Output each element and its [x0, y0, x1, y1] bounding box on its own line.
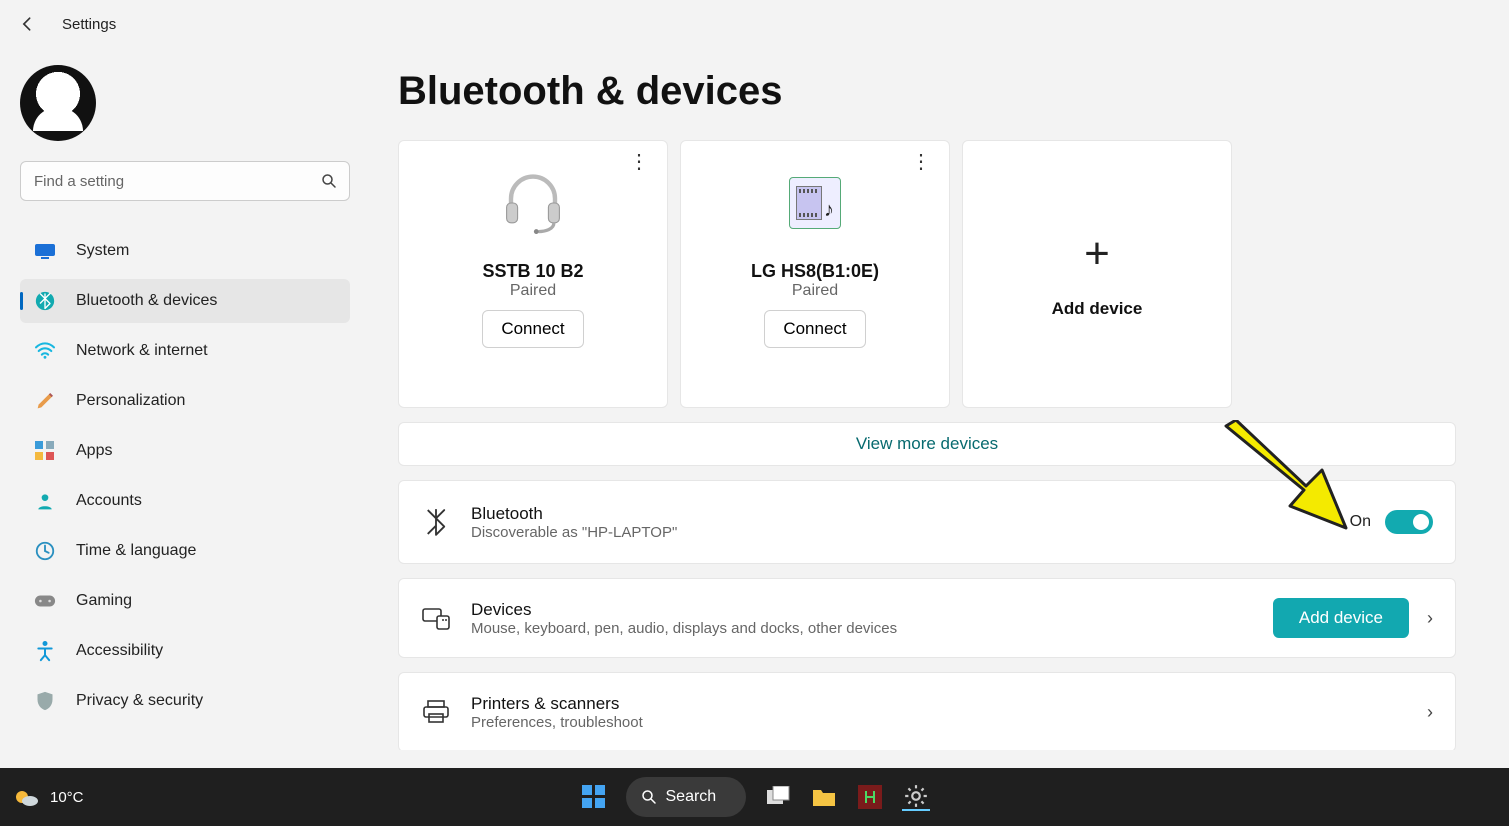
search-icon [640, 788, 658, 806]
row-title: Printers & scanners [471, 694, 1427, 714]
taskbar-center: Search [580, 777, 930, 817]
app-icon[interactable] [856, 783, 884, 811]
devices-icon [421, 603, 451, 633]
sidebar-item-apps[interactable]: Apps [20, 429, 350, 473]
connect-button[interactable]: Connect [482, 310, 583, 348]
sidebar-item-network[interactable]: Network & internet [20, 329, 350, 373]
main-content: Bluetooth & devices ⋮ SSTB 10 B2 Paired … [398, 55, 1479, 750]
media-device-icon: ♪ [789, 157, 841, 249]
sidebar-item-system[interactable]: System [20, 229, 350, 273]
page-title: Bluetooth & devices [398, 69, 1479, 114]
back-arrow-icon[interactable] [18, 14, 38, 34]
sidebar-item-label: Personalization [76, 392, 185, 410]
device-name: SSTB 10 B2 [482, 261, 583, 282]
person-icon [34, 490, 56, 512]
sidebar: System Bluetooth & devices Network & int… [0, 55, 370, 729]
sidebar-item-personalization[interactable]: Personalization [20, 379, 350, 423]
headset-icon [500, 157, 566, 249]
shield-icon [34, 690, 56, 712]
sidebar-item-label: Accessibility [76, 642, 163, 660]
taskbar-weather[interactable]: 10°C [12, 783, 84, 811]
taskbar: 10°C Search [0, 768, 1509, 826]
sidebar-item-accounts[interactable]: Accounts [20, 479, 350, 523]
taskbar-search-label: Search [666, 788, 717, 806]
bluetooth-toggle-row: Bluetooth Discoverable as "HP-LAPTOP" On [398, 480, 1456, 564]
bluetooth-toggle[interactable] [1385, 510, 1433, 534]
sidebar-item-label: Privacy & security [76, 692, 203, 710]
header-bar: Settings [0, 0, 1509, 48]
sidebar-item-gaming[interactable]: Gaming [20, 579, 350, 623]
bluetooth-icon [421, 507, 451, 537]
globe-clock-icon [34, 540, 56, 562]
printers-settings-row[interactable]: Printers & scanners Preferences, trouble… [398, 672, 1456, 750]
search-icon [320, 172, 338, 190]
avatar[interactable] [20, 65, 96, 141]
card-menu-icon[interactable]: ⋮ [911, 157, 931, 167]
sidebar-item-label: Bluetooth & devices [76, 292, 217, 310]
view-more-devices-link[interactable]: View more devices [398, 422, 1456, 466]
card-menu-icon[interactable]: ⋮ [629, 157, 649, 167]
device-card: ⋮ ♪ LG HS8(B1:0E) Paired Connect [680, 140, 950, 408]
connect-button[interactable]: Connect [764, 310, 865, 348]
device-status: Paired [510, 282, 556, 300]
chevron-right-icon: › [1427, 608, 1433, 629]
device-name: LG HS8(B1:0E) [751, 261, 879, 282]
paintbrush-icon [34, 390, 56, 412]
wifi-icon [34, 340, 56, 362]
sidebar-item-time-language[interactable]: Time & language [20, 529, 350, 573]
start-button[interactable] [580, 783, 608, 811]
nav-list: System Bluetooth & devices Network & int… [20, 229, 350, 723]
gamepad-icon [34, 590, 56, 612]
row-subtitle: Mouse, keyboard, pen, audio, displays an… [471, 620, 1273, 637]
add-device-button[interactable]: Add device [1273, 598, 1409, 638]
weather-icon [12, 783, 40, 811]
printer-icon [421, 697, 451, 727]
file-explorer-icon[interactable] [810, 783, 838, 811]
device-card: ⋮ SSTB 10 B2 Paired Connect [398, 140, 668, 408]
taskbar-search[interactable]: Search [626, 777, 746, 817]
monitor-icon [34, 240, 56, 262]
apps-grid-icon [34, 440, 56, 462]
devices-settings-row[interactable]: Devices Mouse, keyboard, pen, audio, dis… [398, 578, 1456, 658]
row-title: Bluetooth [471, 504, 1350, 524]
row-subtitle: Discoverable as "HP-LAPTOP" [471, 524, 1350, 541]
sidebar-item-label: Apps [76, 442, 112, 460]
plus-icon: + [1084, 229, 1110, 279]
sidebar-item-label: Time & language [76, 542, 196, 560]
device-status: Paired [792, 282, 838, 300]
sidebar-item-label: Network & internet [76, 342, 208, 360]
bluetooth-icon [34, 290, 56, 312]
device-cards-row: ⋮ SSTB 10 B2 Paired Connect ⋮ ♪ LG HS8(B… [398, 140, 1479, 408]
temperature-label: 10°C [50, 789, 84, 806]
sidebar-item-privacy-security[interactable]: Privacy & security [20, 679, 350, 723]
row-title: Devices [471, 600, 1273, 620]
row-subtitle: Preferences, troubleshoot [471, 714, 1427, 731]
task-view-icon[interactable] [764, 783, 792, 811]
sidebar-item-label: Accounts [76, 492, 142, 510]
chevron-right-icon: › [1427, 702, 1433, 723]
settings-app-icon[interactable] [902, 783, 930, 811]
sidebar-item-label: System [76, 242, 129, 260]
search-input[interactable] [20, 161, 350, 201]
sidebar-item-accessibility[interactable]: Accessibility [20, 629, 350, 673]
accessibility-icon [34, 640, 56, 662]
add-device-label: Add device [1052, 299, 1143, 319]
search-field-wrap [20, 161, 350, 201]
add-device-card[interactable]: + Add device [962, 140, 1232, 408]
sidebar-item-bluetooth-devices[interactable]: Bluetooth & devices [20, 279, 350, 323]
sidebar-item-label: Gaming [76, 592, 132, 610]
toggle-state-label: On [1350, 513, 1371, 531]
header-title: Settings [62, 16, 116, 33]
